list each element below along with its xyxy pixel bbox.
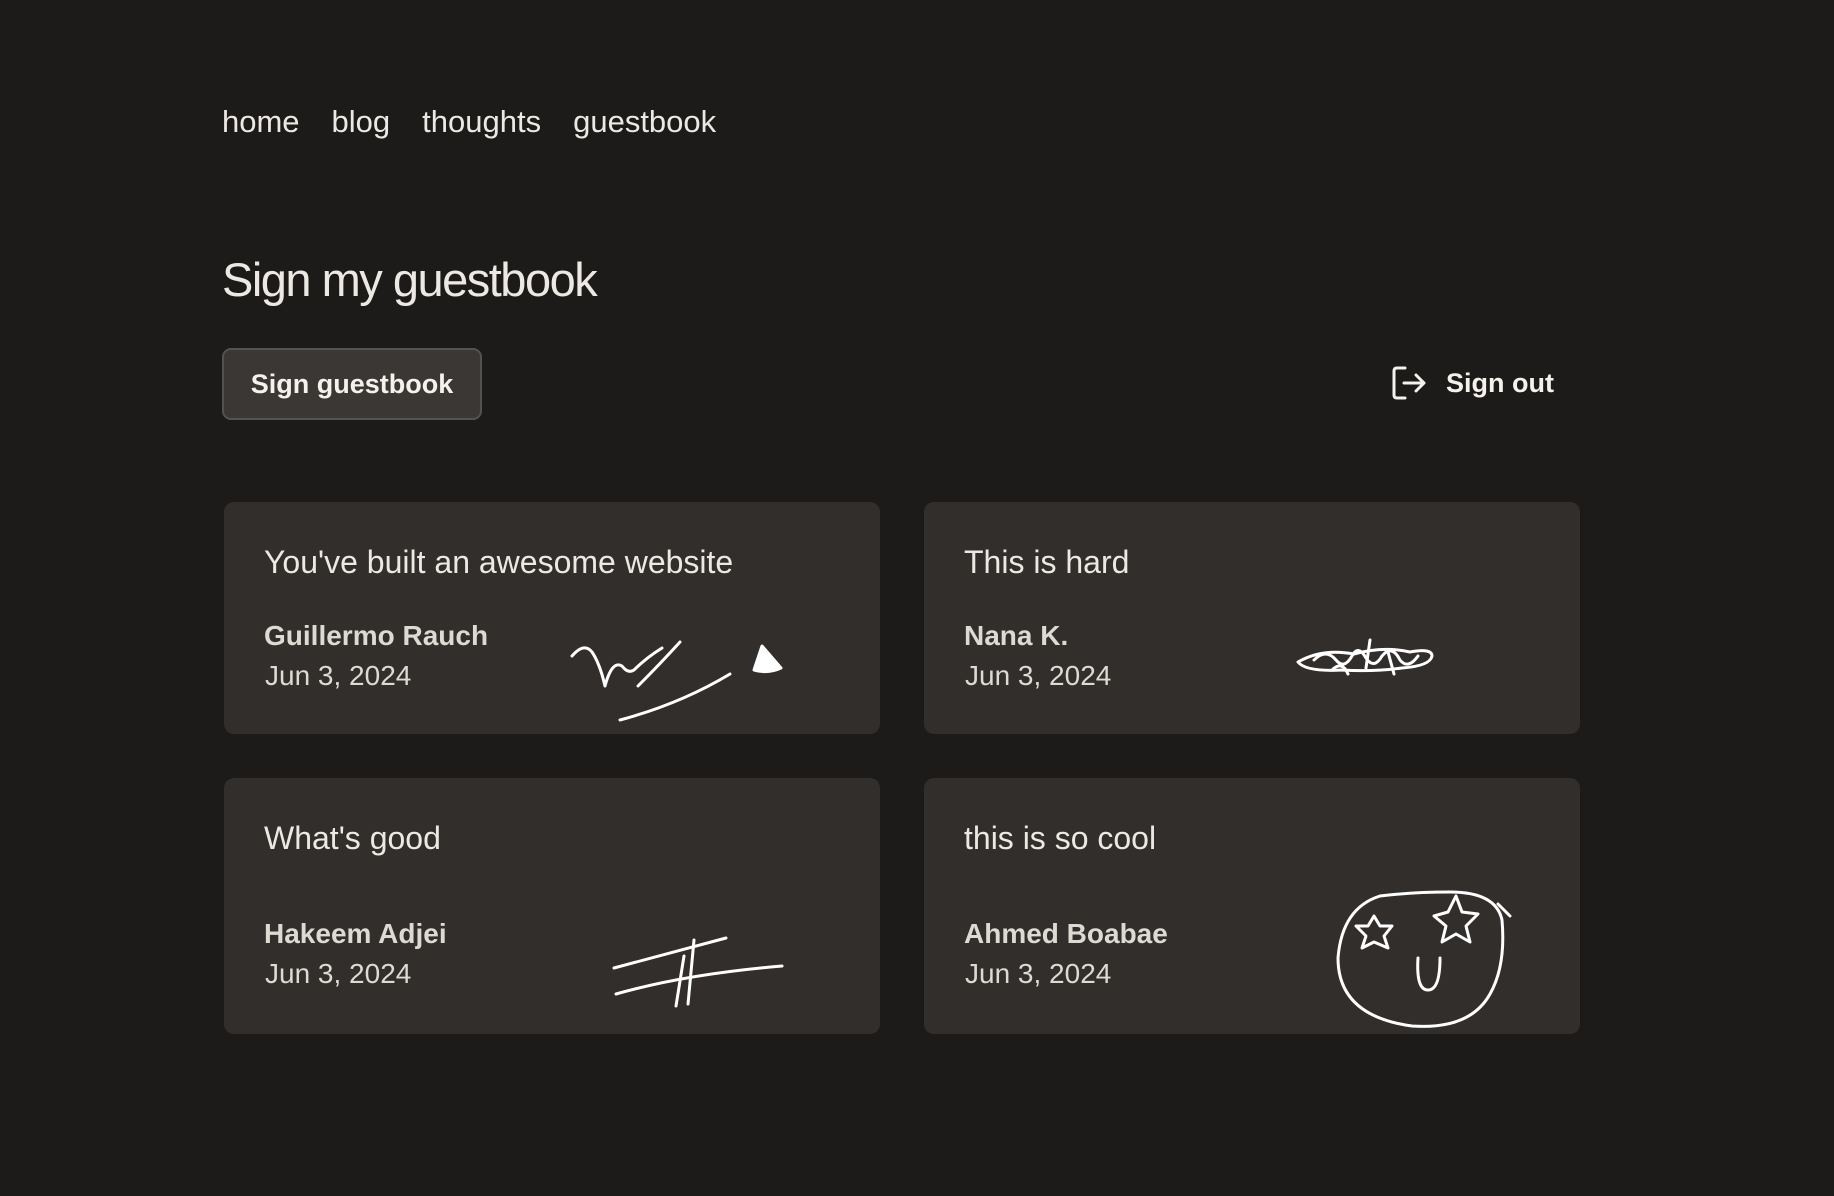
entry-message: What's good [264,820,441,856]
nav-guestbook-link[interactable]: guestbook [573,104,716,140]
sign-out-button[interactable]: Sign out [1390,364,1554,402]
nav-thoughts-link[interactable]: thoughts [422,104,541,140]
main-nav: home blog thoughts guestbook [222,104,716,140]
sign-out-label: Sign out [1446,367,1554,398]
nav-home-link[interactable]: home [222,104,300,140]
entry-date: Jun 3, 2024 [965,958,1112,989]
signature-drawing [570,640,783,722]
entry-author: Nana K. [964,620,1069,651]
entry-date: Jun 3, 2024 [265,660,412,691]
guestbook-entry: You've built an awesome website Guillerm… [224,502,880,734]
entry-author: Guillermo Rauch [264,620,489,651]
entry-author: Hakeem Adjei [264,918,447,949]
signature-drawing [612,936,784,1008]
sign-out-icon [1390,364,1428,402]
guestbook-entry: What's good Hakeem Adjei Jun 3, 2024 [224,778,880,1034]
entry-message: This is hard [964,544,1130,580]
signature-drawing [1336,890,1512,1028]
entry-date: Jun 3, 2024 [965,660,1112,691]
page-title: Sign my guestbook [222,253,598,306]
guestbook-entry: This is hard Nana K. Jun 3, 2024 [924,502,1580,734]
entry-message: You've built an awesome website [264,544,734,580]
entry-date: Jun 3, 2024 [265,958,412,989]
entry-message: this is so cool [964,820,1157,856]
guestbook-entry: this is so cool Ahmed Boabae Jun 3, 2024 [924,778,1580,1034]
entry-author: Ahmed Boabae [964,918,1168,949]
sign-guestbook-button[interactable]: Sign guestbook [222,348,482,420]
nav-blog-link[interactable]: blog [332,104,391,140]
signature-drawing [1296,638,1434,676]
